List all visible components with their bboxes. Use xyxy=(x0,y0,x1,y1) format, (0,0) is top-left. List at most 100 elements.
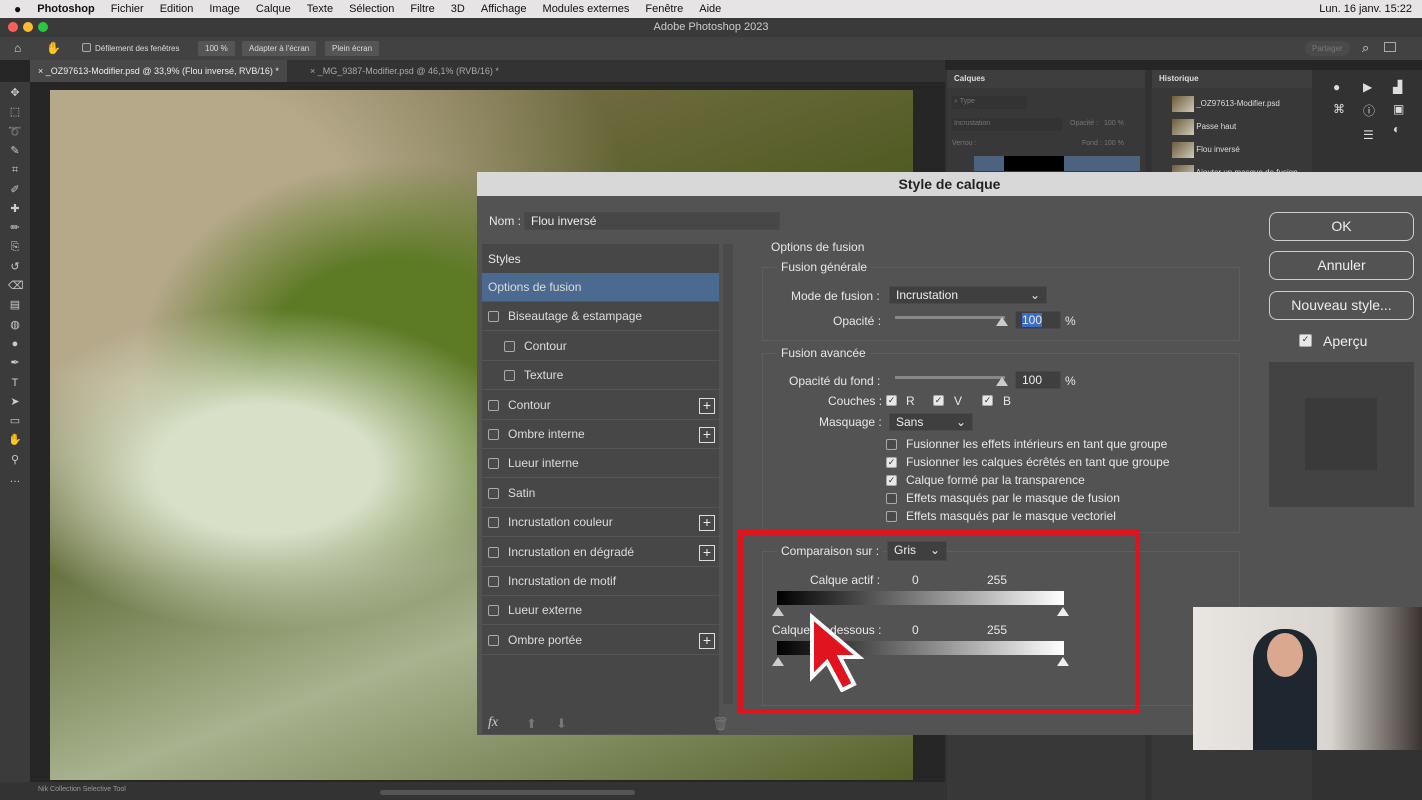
add-style-icon[interactable]: + xyxy=(699,544,715,561)
zoom-tool-icon[interactable]: ⚲ xyxy=(8,453,22,467)
advanced-option-checkbox[interactable] xyxy=(886,511,897,522)
style-item[interactable]: Lueur externe xyxy=(482,596,719,626)
ok-button[interactable]: OK xyxy=(1269,212,1414,241)
move-up-icon[interactable]: ⬆ xyxy=(526,716,537,732)
style-item[interactable]: Biseautage & estampage xyxy=(482,302,719,332)
history-brush-tool-icon[interactable]: ↺ xyxy=(8,260,22,274)
crop-tool-icon[interactable]: ⌗ xyxy=(8,163,22,177)
style-item[interactable]: Incrustation de motif xyxy=(482,567,719,596)
maximize-button[interactable] xyxy=(38,22,48,32)
layers-panel-header[interactable]: Calques xyxy=(947,70,1145,88)
hand-tool-icon[interactable]: ✋ xyxy=(8,433,22,447)
advanced-option-checkbox[interactable]: ✓ xyxy=(886,457,897,468)
advanced-option-checkbox[interactable]: ✓ xyxy=(886,475,897,486)
style-checkbox[interactable] xyxy=(488,634,499,646)
fill-opacity-slider-handle[interactable] xyxy=(996,377,1008,386)
layer-search[interactable]: ⌕ Type xyxy=(952,96,1027,109)
blend-mode-select[interactable]: Incrustation ⌄ xyxy=(889,286,1047,304)
style-checkbox[interactable] xyxy=(488,517,499,529)
layer-row[interactable] xyxy=(974,156,1140,171)
apple-icon[interactable]: ● xyxy=(14,2,21,16)
history-panel-header[interactable]: Historique xyxy=(1152,70,1312,88)
styles-header[interactable]: Styles xyxy=(488,252,521,266)
full-screen-button[interactable]: Plein écran xyxy=(325,41,380,56)
advanced-option-checkbox[interactable] xyxy=(886,439,897,450)
style-checkbox[interactable] xyxy=(488,487,499,499)
opacity-slider-handle[interactable] xyxy=(996,317,1008,326)
layer-fill[interactable]: 100 % xyxy=(1104,140,1124,147)
healing-tool-icon[interactable]: ✚ xyxy=(8,202,22,216)
style-item[interactable]: Ombre portée + xyxy=(482,626,719,655)
style-checkbox[interactable] xyxy=(488,399,499,411)
style-item[interactable]: Incrustation en dégradé + xyxy=(482,538,719,567)
adjustments-icon[interactable]: ☰ xyxy=(1363,128,1374,142)
horizontal-scrollbar[interactable] xyxy=(380,790,635,795)
marquee-tool-icon[interactable]: ⬚ xyxy=(8,105,22,119)
opacity-input[interactable]: 100 xyxy=(1015,311,1061,329)
history-item[interactable]: _OZ97613-Modifier.psd xyxy=(1172,94,1280,114)
color-icon[interactable]: ● xyxy=(1333,80,1340,94)
style-checkbox[interactable] xyxy=(488,576,499,587)
add-style-icon[interactable]: + xyxy=(699,632,715,649)
move-tool-icon[interactable]: ✥ xyxy=(8,86,22,100)
lasso-tool-icon[interactable]: ➰ xyxy=(8,125,22,139)
channel-v-checkbox[interactable]: ✓ xyxy=(933,395,944,406)
tab-document-2[interactable]: × _MG_9387-Modifier.psd @ 46,1% (RVB/16)… xyxy=(302,60,507,82)
stamp-tool-icon[interactable]: ⎘ xyxy=(8,240,22,254)
more-tool-icon[interactable]: … xyxy=(8,472,22,486)
fill-opacity-slider[interactable] xyxy=(895,376,1005,379)
style-item[interactable]: Contour + xyxy=(482,391,719,420)
workspace-icon[interactable] xyxy=(1384,42,1396,52)
style-checkbox[interactable] xyxy=(488,546,499,558)
menu-filtre[interactable]: Filtre xyxy=(410,3,434,15)
opacity-slider[interactable] xyxy=(895,316,1005,319)
style-item[interactable]: Contour xyxy=(482,332,719,361)
minimize-button[interactable] xyxy=(23,22,33,32)
menu-affichage[interactable]: Affichage xyxy=(481,3,527,15)
pen-tool-icon[interactable]: ✒ xyxy=(8,356,22,370)
style-checkbox[interactable] xyxy=(488,429,499,440)
style-item[interactable]: Options de fusion xyxy=(482,273,719,302)
layer-blend-select[interactable]: Incrustation xyxy=(952,118,1062,131)
style-checkbox[interactable] xyxy=(504,340,515,352)
menu-aide[interactable]: Aide xyxy=(699,3,721,15)
new-style-button[interactable]: Nouveau style... xyxy=(1269,291,1414,320)
preview-checkbox[interactable]: ✓ xyxy=(1299,334,1312,347)
menu-fichier[interactable]: Fichier xyxy=(111,3,144,15)
history-item[interactable]: Passe haut xyxy=(1172,117,1236,137)
knockout-select[interactable]: Sans ⌄ xyxy=(889,413,973,431)
info-icon[interactable]: ⓘ xyxy=(1363,102,1375,119)
style-checkbox[interactable] xyxy=(488,605,499,617)
channel-r-checkbox[interactable]: ✓ xyxy=(886,395,897,406)
add-style-icon[interactable]: + xyxy=(699,397,715,414)
search-icon[interactable]: ⌕ xyxy=(1362,40,1369,56)
gradient-tool-icon[interactable]: ▤ xyxy=(8,298,22,312)
menu-modules-externes[interactable]: Modules externes xyxy=(543,3,630,15)
style-checkbox[interactable] xyxy=(504,370,515,382)
blur-tool-icon[interactable]: ◍ xyxy=(8,318,22,332)
shape-tool-icon[interactable]: ▭ xyxy=(8,414,22,428)
brush-tool-icon[interactable]: ✏ xyxy=(8,221,22,235)
clock[interactable]: Lun. 16 janv. 15:22 xyxy=(1319,3,1412,15)
add-style-icon[interactable]: + xyxy=(699,515,715,532)
fx-icon[interactable]: fx xyxy=(488,715,498,731)
style-checkbox[interactable] xyxy=(488,311,499,323)
home-icon[interactable]: ⌂ xyxy=(14,41,21,55)
trash-icon[interactable]: 🗑 xyxy=(712,716,729,732)
layer-opacity[interactable]: 100 % xyxy=(1104,120,1124,127)
menu-image[interactable]: Image xyxy=(209,3,240,15)
menu-sélection[interactable]: Sélection xyxy=(349,3,394,15)
share-button[interactable]: Partager xyxy=(1305,41,1350,56)
tab-document-1[interactable]: × _OZ97613-Modifier.psd @ 33,9% (Flou in… xyxy=(30,60,287,82)
eyedropper-tool-icon[interactable]: ✐ xyxy=(8,183,22,197)
close-window-button[interactable] xyxy=(8,22,18,32)
menu-texte[interactable]: Texte xyxy=(307,3,333,15)
style-item[interactable]: Satin xyxy=(482,479,719,508)
style-item[interactable]: Incrustation couleur + xyxy=(482,508,719,538)
menu-app[interactable]: Photoshop xyxy=(37,3,94,15)
notes-icon[interactable]: ▣ xyxy=(1393,102,1404,116)
styles-scrollbar[interactable] xyxy=(723,244,733,704)
fill-opacity-input[interactable]: 100 xyxy=(1015,371,1061,389)
style-item[interactable]: Lueur interne xyxy=(482,449,719,479)
type-tool-icon[interactable]: T xyxy=(8,376,22,390)
